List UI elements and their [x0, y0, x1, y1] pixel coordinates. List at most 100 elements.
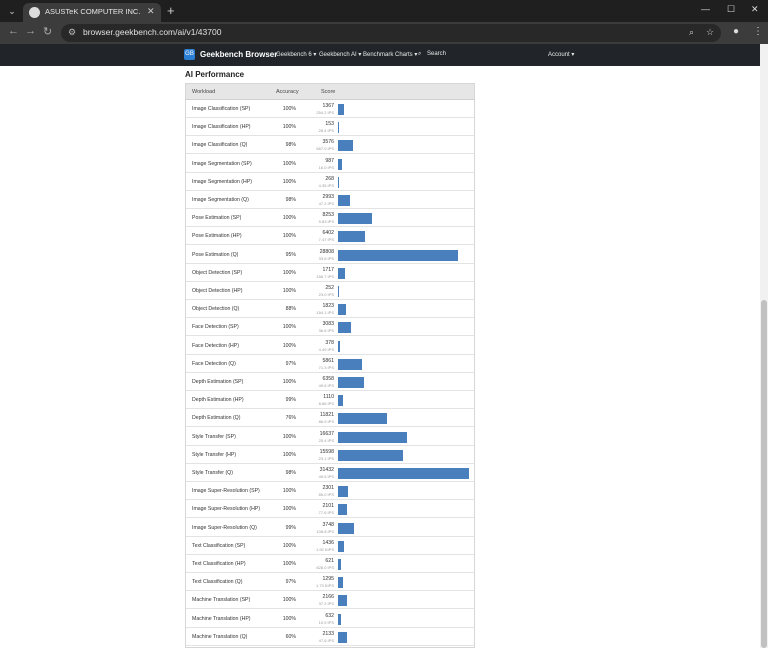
- ips-value: 108.8 IPS: [316, 528, 334, 534]
- ips-value: 47.2 IPS: [318, 201, 334, 206]
- workload-name: Image Segmentation (HP): [192, 178, 252, 185]
- ips-value: 23.1 IPS: [318, 455, 334, 461]
- page-scrollbar[interactable]: [760, 44, 768, 648]
- menu-dots-icon[interactable]: ⋮: [753, 26, 763, 37]
- score-value: 6402: [322, 230, 334, 237]
- table-row: Image Segmentation (HP) 100% 268 4.35 IPS: [186, 173, 474, 191]
- header-accuracy: Accuracy: [276, 89, 299, 95]
- ips-value: 8.66 IPS: [318, 401, 334, 407]
- workload-name: Face Detection (SP): [192, 324, 239, 331]
- maximize-icon[interactable]: ☐: [727, 4, 735, 15]
- url-text[interactable]: browser.geekbench.com/ai/v1/43700: [83, 27, 221, 37]
- table-row: Image Super-Resolution (Q) 99% 3748 108.8 I…: [186, 519, 474, 537]
- tab-close-icon[interactable]: ✕: [147, 6, 155, 17]
- nav-account[interactable]: Account ▾: [548, 51, 574, 58]
- ips-value: 23.0 IPS: [318, 292, 334, 297]
- workload-name: Image Super-Resolution (HP): [192, 506, 261, 513]
- score-value: 1295: [322, 576, 334, 583]
- site-info-icon[interactable]: ⚙: [68, 27, 76, 38]
- ips-value: 4.49 IPS: [318, 346, 334, 352]
- score-bar: [338, 631, 347, 643]
- table-row: Text Classification (SP) 100% 1436 1.92 KIP…: [186, 537, 474, 555]
- accuracy-value: 76%: [285, 415, 296, 422]
- profile-icon[interactable]: ●: [733, 26, 739, 37]
- accuracy-value: 98%: [285, 197, 296, 203]
- address-bar[interactable]: ⚙ browser.geekbench.com/ai/v1/43700 ⌕ ☆: [61, 24, 721, 42]
- score-bar: [338, 486, 348, 498]
- ips-value: 667.0 IPS: [316, 146, 334, 152]
- workload-name: Depth Estimation (SP): [192, 379, 244, 385]
- table-row: Face Detection (SP) 100% 3083 36.6 IPS: [186, 318, 474, 337]
- accuracy-value: 100%: [282, 324, 296, 331]
- score-bar: [338, 158, 342, 170]
- ips-value: 154.1 IPS: [316, 310, 334, 316]
- score-bar: [338, 267, 345, 279]
- accuracy-value: 100%: [282, 269, 296, 276]
- score-bar: [338, 413, 387, 425]
- workload-name: Machine Translation (SP): [192, 597, 251, 604]
- bookmark-star-icon[interactable]: ☆: [706, 27, 714, 38]
- back-icon[interactable]: ←: [8, 25, 19, 37]
- ips-value: 28.4 IPS: [318, 128, 334, 134]
- accuracy-value: 100%: [282, 160, 296, 167]
- nav-geekbench-ai[interactable]: Geekbench AI ▾: [319, 51, 361, 58]
- forward-icon[interactable]: →: [25, 25, 36, 37]
- workload-name: Object Detection (SP): [192, 269, 243, 276]
- score-bar: [338, 522, 354, 534]
- browser-tab[interactable]: ASUSTeK COMPUTER INC. RO ✕: [23, 3, 161, 22]
- ips-value: 33.6 IPS: [318, 255, 334, 261]
- tab-favicon-icon: [29, 7, 40, 18]
- workload-name: Image Super-Resolution (SP): [192, 488, 260, 495]
- score-value: 252: [325, 285, 334, 291]
- score-bar: [338, 286, 339, 297]
- score-bar: [338, 395, 343, 407]
- score-bar: [338, 595, 347, 607]
- accuracy-value: 100%: [282, 379, 296, 385]
- minimize-icon[interactable]: —: [701, 4, 710, 14]
- zoom-icon[interactable]: ⌕: [689, 27, 694, 38]
- site-logo-text[interactable]: Geekbench Browser: [200, 50, 277, 59]
- score-bar: [338, 231, 365, 243]
- close-window-icon[interactable]: ✕: [751, 4, 759, 15]
- table-row: Face Detection (HP) 100% 378 4.49 IPS: [186, 337, 474, 355]
- ips-value: 16.0 IPS: [318, 164, 334, 170]
- accuracy-value: 100%: [282, 561, 296, 567]
- geekbench-logo-icon[interactable]: GB: [184, 49, 195, 60]
- accuracy-value: 100%: [282, 233, 296, 240]
- score-bar: [338, 176, 339, 188]
- workload-name: Text Classification (SP): [192, 542, 246, 549]
- table-row: Object Detection (HP) 100% 252 23.0 IPS: [186, 282, 474, 300]
- ips-value: 10.9 IPS: [318, 619, 334, 625]
- table-row: Machine Translation (Q) 60% 2133 47.6 IPS: [186, 628, 474, 646]
- nav-benchmark-charts[interactable]: Benchmark Charts ▾: [363, 51, 417, 58]
- score-value: 2101: [322, 503, 334, 510]
- score-value: 2993: [322, 194, 334, 200]
- table-row: Machine Translation (HP) 100% 632 10.9 IPS: [186, 610, 474, 628]
- tab-search-icon[interactable]: ⌄: [5, 4, 19, 18]
- nav-geekbench6[interactable]: Geekbench 6 ▾: [276, 51, 316, 58]
- scrollbar-thumb[interactable]: [761, 300, 767, 648]
- score-value: 1436: [322, 539, 334, 546]
- reload-icon[interactable]: ↻: [43, 25, 52, 38]
- score-bar: [338, 449, 403, 461]
- new-tab-icon[interactable]: +: [167, 3, 175, 18]
- score-bar: [338, 540, 344, 552]
- ips-value: 25.4 IPS: [318, 437, 334, 443]
- score-value: 6358: [322, 376, 334, 382]
- table-row: Image Segmentation (SP) 100% 987 16.0 IPS: [186, 155, 474, 173]
- site-navbar: GB Geekbench Browser Geekbench 6 ▾ Geekb…: [0, 44, 760, 66]
- table-row: Style Transfer (Q) 98% 31432 49.5 IPS: [186, 464, 474, 482]
- score-value: 8253: [322, 212, 334, 219]
- score-value: 153: [325, 121, 334, 128]
- table-row: Image Classification (Q) 98% 3576 667.0 IPS: [186, 136, 474, 155]
- header-score: Score: [321, 89, 336, 95]
- search-icon[interactable]: ⌕: [418, 51, 421, 58]
- score-value: 16637: [319, 430, 334, 437]
- table-row: Image Segmentation (Q) 98% 2993 47.2 IPS: [186, 191, 474, 209]
- score-value: 1823: [322, 303, 334, 310]
- accuracy-value: 99%: [285, 524, 296, 531]
- accuracy-value: 99%: [285, 397, 296, 404]
- score-bar: [338, 504, 347, 516]
- accuracy-value: 100%: [282, 124, 296, 131]
- nav-search[interactable]: Search: [427, 51, 446, 57]
